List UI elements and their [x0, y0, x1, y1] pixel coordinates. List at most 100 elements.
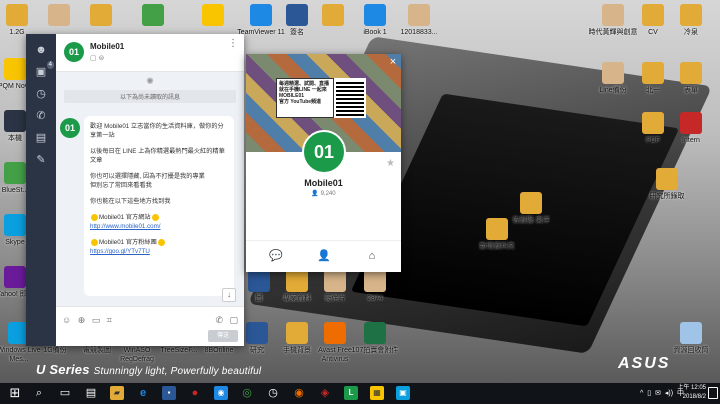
close-icon[interactable]: ×: [387, 56, 399, 68]
app-icon: [90, 4, 112, 26]
app-icon: [4, 266, 26, 288]
app-icon: [680, 62, 702, 84]
store-icon[interactable]: ▤: [84, 386, 98, 400]
scroll-down-icon[interactable]: ↓: [222, 288, 236, 302]
profile-person-icon[interactable]: 👤: [316, 249, 332, 263]
desktop-icon-right[interactable]: 新增資料夾: [470, 218, 524, 251]
app-icon: [250, 4, 272, 26]
edge-icon[interactable]: e: [136, 386, 150, 400]
message-site: Mobile01 官方網站 http://www.mobile01.com/: [90, 213, 161, 230]
chat-menu-icon[interactable]: ⋮: [228, 38, 238, 49]
app-icon: [520, 192, 542, 214]
send-button[interactable]: 傳送: [208, 330, 238, 342]
message-text-hide: 你也可以選擇隱藏, 因為不打擾是我的專業 但別忘了常回來看看我: [90, 173, 205, 189]
app-icon: [364, 4, 386, 26]
desktop-icon-top[interactable]: [186, 4, 240, 28]
chat-bubble-icon[interactable]: 💬: [268, 249, 284, 263]
notification-icon[interactable]: [708, 387, 718, 399]
desktop-icon-top[interactable]: [126, 4, 180, 28]
input-toolbar-right[interactable]: ✆ ▢: [215, 315, 238, 326]
task-view-icon[interactable]: ▭: [58, 386, 72, 400]
desktop-icon-label: Intern: [682, 137, 700, 144]
app-icon[interactable]: ◈: [318, 386, 332, 400]
app-icon: [4, 110, 26, 132]
wallpaper-brand: ASUS: [618, 355, 671, 372]
desktop-icon-right[interactable]: 研究所錄取: [640, 168, 694, 201]
search-icon[interactable]: ⌕: [32, 386, 46, 400]
app-icon: [6, 4, 28, 26]
chat-avatar[interactable]: 01: [64, 42, 84, 62]
desktop-icon-top[interactable]: 12018833...: [392, 4, 446, 37]
emoji-icon: [157, 238, 165, 246]
message-text-daily: 以後每日在 LINE 上為你精選最熱門最火紅的精華文章: [90, 148, 225, 164]
fb-link[interactable]: https://goo.gl/YTv7TU: [90, 248, 150, 255]
desktop-icon-label: 研究所錄取: [649, 193, 685, 200]
app-icon: [602, 4, 624, 26]
app-icon: [680, 112, 702, 134]
app-icon: [324, 322, 346, 344]
desktop-icon-top[interactable]: 冷泉: [664, 4, 718, 37]
chats-unread-badge: 4: [46, 61, 54, 69]
app-icon[interactable]: ◉: [214, 386, 228, 400]
input-toolbar[interactable]: ☺ ⊕ ▭ ⌗: [62, 315, 112, 326]
site-link[interactable]: http://www.mobile01.com/: [90, 223, 161, 230]
desktop-icon-label: 資源回收筒: [673, 347, 709, 354]
keep-icon[interactable]: ▤: [34, 132, 48, 144]
app-icon[interactable]: ▦: [370, 386, 384, 400]
notes-icon[interactable]: ✎: [34, 154, 48, 166]
sparkle-icon: ✺: [146, 76, 154, 86]
chat-header-icons[interactable]: ▢ ⊜: [90, 54, 104, 62]
clock[interactable]: 上午 12:05 2018/8/2: [677, 384, 706, 402]
file-explorer-icon[interactable]: ▰: [110, 386, 124, 400]
cover-promo: 每週精選、試開、直播 就在手機LINE 一起來 MOBILE01 官方 YouTub…: [276, 78, 334, 118]
chat-name: Mobile01: [90, 42, 125, 51]
chat-header: 01 Mobile01 ▢ ⊜ ⋮: [56, 34, 244, 72]
app-icon[interactable]: ▣: [396, 386, 410, 400]
app-icon: [642, 4, 664, 26]
desktop-icon-right[interactable]: 表單: [664, 62, 718, 95]
firefox-icon[interactable]: ◉: [292, 386, 306, 400]
start-icon[interactable]: ⊞: [8, 386, 22, 400]
line-sidebar: ☻ ▣ 4 ◷ ✆ ▤ ✎: [26, 34, 56, 346]
line-chat-window[interactable]: ☻ ▣ 4 ◷ ✆ ▤ ✎ 01 Mobile01 ▢ ⊜ ⋮ ✺ 以下為尚未讀取…: [26, 34, 244, 346]
app-icon: [4, 214, 26, 236]
desktop-icon-label: 2874: [367, 295, 383, 302]
app-icon: [48, 4, 70, 26]
emoji-icon: [151, 213, 159, 221]
clock-time: 上午 12:05: [677, 385, 706, 391]
app-icon[interactable]: ●: [188, 386, 202, 400]
app-icon[interactable]: ▪: [162, 386, 176, 400]
chat-messages: ✺ 以下為尚未讀取的訊息 01 歡迎 Mobile01 立志當你的生活資料庫，做…: [56, 72, 244, 306]
favorite-star-icon[interactable]: ★: [386, 158, 395, 169]
chats-icon[interactable]: ▣ 4: [34, 61, 54, 78]
emoji-icon: [91, 238, 98, 246]
clock-date: 2018/8/2: [682, 394, 706, 400]
app-icon[interactable]: ◷: [266, 386, 280, 400]
desktop-icon-right[interactable]: 資源回收筒: [664, 322, 718, 355]
taskbar: ⊞ ⌕ ▭ ▤ ▰ e ▪ ● ◉ ◎ ◷ ◉ ◈ L ▦ ▣ ^ ▯ ✉ ◂)…: [0, 383, 720, 404]
app-icon: [286, 322, 308, 344]
timeline-icon[interactable]: ◷: [34, 88, 48, 100]
follower-count: 👤 9,240: [311, 191, 336, 197]
desktop-icon-right[interactable]: Intern: [664, 112, 718, 145]
qr-code-icon: [334, 78, 366, 118]
app-icon: [142, 4, 164, 26]
chat-input-area[interactable]: ☺ ⊕ ▭ ⌗ ✆ ▢ 傳送: [56, 306, 244, 346]
desktop-icon-bottom[interactable]: 107拍賣會附件: [348, 322, 402, 355]
friends-icon[interactable]: ☻: [34, 44, 48, 56]
desktop-icon-label: 冷泉: [684, 29, 698, 36]
home-icon[interactable]: ⌂: [364, 249, 380, 263]
app-icon: [322, 4, 344, 26]
message-avatar[interactable]: 01: [60, 118, 80, 138]
app-icon: [4, 162, 26, 184]
message-text-welcome: 歡迎 Mobile01 立志當你的生活資料庫，做你的分享第一站: [90, 123, 224, 139]
desktop-icon-bottom[interactable]: 2874: [348, 270, 402, 303]
line-taskbar-icon[interactable]: L: [344, 386, 358, 400]
app-icon: [364, 270, 386, 292]
desktop-icon-label: 新增資料夾: [479, 243, 515, 250]
desktop-icon-top[interactable]: [74, 4, 128, 28]
calls-icon[interactable]: ✆: [34, 110, 48, 122]
profile-avatar: 01: [302, 130, 346, 174]
chrome-icon[interactable]: ◎: [240, 386, 254, 400]
profile-name: Mobile01: [304, 178, 343, 188]
